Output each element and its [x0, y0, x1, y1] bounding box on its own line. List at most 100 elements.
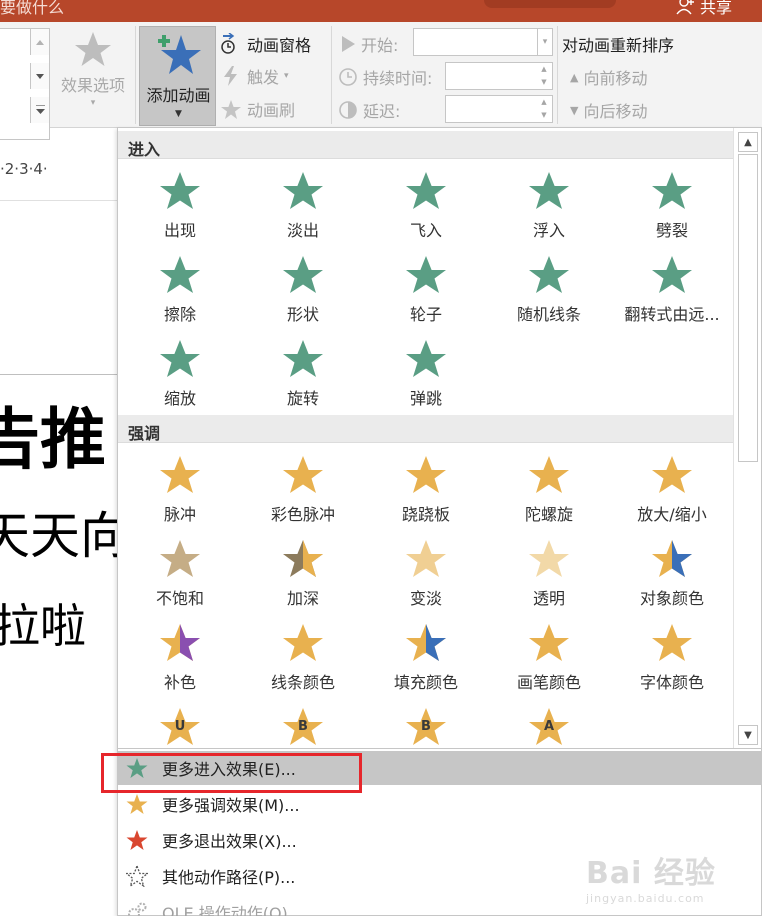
emphasis-effect-item[interactable]: 画笔颜色 [493, 622, 605, 702]
delay-field[interactable]: ▲ ▼ [445, 95, 553, 123]
effect-label: 脉冲 [163, 505, 196, 524]
play-icon [342, 36, 355, 52]
effect-label: 线条颜色 [270, 673, 335, 692]
gallery-scroll-down-button[interactable] [30, 63, 49, 89]
spin-down-icon[interactable]: ▼ [537, 76, 551, 88]
effect-label: 字体颜色 [639, 673, 704, 692]
effect-options-button[interactable]: 效果选项 ▾ [54, 30, 132, 108]
triangle-up-icon: ▲ [570, 70, 579, 84]
menu-item-label: OLE 操作动作(O) [162, 904, 288, 916]
highlight-annotation-box [101, 753, 362, 793]
duration-label-row: 持续时间: [338, 65, 432, 89]
watermark-logo: Bai 经验 [586, 856, 716, 891]
add-animation-button[interactable]: 添加动画 ▼ [139, 26, 216, 126]
move-earlier-button[interactable]: ▲ 向前移动 [570, 65, 647, 89]
chevron-down-icon: ▼ [175, 109, 182, 119]
entrance-effect-item[interactable]: 淡出 [247, 170, 359, 250]
chevron-up-icon [36, 39, 44, 45]
entrance-effect-item[interactable]: 出现 [124, 170, 236, 250]
emphasis-effect-item[interactable]: 放大/缩小 [616, 454, 728, 534]
delay-clock-icon [339, 101, 357, 119]
emphasis-effect-item[interactable]: 加深 [247, 538, 359, 618]
effect-label: 对象颜色 [639, 589, 704, 608]
triangle-down-icon: ▼ [570, 103, 579, 117]
effect-glyph: A [543, 719, 555, 734]
emphasis-effect-item[interactable]: 不饱和 [124, 538, 236, 618]
effect-glyph: B [421, 719, 431, 734]
effect-label: 补色 [163, 673, 196, 692]
emphasis-effect-item[interactable]: 陀螺旋 [493, 454, 605, 534]
effect-glyph: B [298, 719, 308, 734]
animation-pane-icon [221, 33, 235, 54]
emphasis-effect-item[interactable]: 彩色脉冲 [247, 454, 359, 534]
slide-body-line[interactable]: 拉啦 [0, 590, 86, 656]
entrance-effect-item[interactable]: 形状 [247, 254, 359, 334]
animation-pane-button[interactable]: 动画窗格 [220, 32, 311, 56]
trigger-button[interactable]: 触发 ▾ [220, 64, 289, 88]
effect-label: 轮子 [409, 305, 442, 324]
emphasis-effect-item[interactable]: 透明 [493, 538, 605, 618]
person-add-icon [676, 0, 694, 15]
move-later-button[interactable]: ▼ 向后移动 [570, 98, 647, 122]
ruler: ·2·3·4· [0, 160, 118, 182]
emphasis-effect-item[interactable]: 对象颜色 [616, 538, 728, 618]
menu-item-label: 更多退出效果(X)... [162, 832, 297, 851]
menu-item-label: 更多强调效果(M)... [162, 796, 300, 815]
scroll-thumb[interactable] [738, 154, 758, 462]
share-button[interactable]: 共享 [676, 0, 732, 18]
entrance-effect-item[interactable]: 轮子 [370, 254, 482, 334]
duration-field[interactable]: ▲ ▼ [445, 62, 553, 90]
entrance-effect-item[interactable]: 翻转式由远... [616, 254, 728, 334]
gallery-scroll-up-button[interactable] [30, 29, 49, 55]
effect-label: 陀螺旋 [524, 505, 573, 524]
effect-glyph: U [174, 719, 186, 734]
delay-label: 延迟: [363, 102, 401, 121]
animation-painter-button[interactable]: 动画刷 [220, 97, 295, 121]
effect-label: 放大/缩小 [637, 505, 707, 524]
effect-label: 缩放 [163, 389, 196, 408]
animations-ribbon: 效果选项 ▾ 添加动画 ▼ 动画窗格 触发 ▾ 动画刷 开始: ▾ 持续时间: … [0, 22, 762, 140]
add-animation-label: 添加动画 [146, 86, 211, 105]
entrance-effect-item[interactable]: 缩放 [124, 338, 236, 418]
spin-up-icon[interactable]: ▲ [537, 96, 551, 108]
effect-label: 出现 [163, 221, 196, 240]
trigger-label: 触发 [247, 68, 280, 87]
gallery-more-button[interactable] [30, 97, 49, 123]
emphasis-effect-item[interactable]: 补色 [124, 622, 236, 702]
scroll-down-button[interactable]: ▼ [738, 725, 758, 745]
tell-me-box[interactable]: 要做什么 [0, 0, 64, 18]
reorder-title: 对动画重新排序 [562, 32, 674, 56]
chevron-down-icon [36, 73, 44, 79]
slide-title-text[interactable]: 告推 [0, 386, 106, 482]
entrance-effect-item[interactable]: 飞入 [370, 170, 482, 250]
emphasis-effect-item[interactable]: 字体颜色 [616, 622, 728, 702]
start-label-row: 开始: [340, 32, 398, 56]
spin-down-icon[interactable]: ▼ [537, 109, 551, 121]
emphasis-effect-item[interactable]: 线条颜色 [247, 622, 359, 702]
entrance-effect-item[interactable]: 浮入 [493, 170, 605, 250]
emphasis-effect-item[interactable]: 跷跷板 [370, 454, 482, 534]
effect-label: 变淡 [409, 589, 442, 608]
entrance-effect-item[interactable]: 擦除 [124, 254, 236, 334]
watermark-url: jingyan.baidu.com [586, 892, 705, 905]
gallery-scrollbar[interactable]: ▲ ▼ [733, 128, 761, 749]
account-pill[interactable] [484, 0, 616, 8]
emphasis-effect-item[interactable]: 填充颜色 [370, 622, 482, 702]
clock-icon [339, 68, 357, 86]
emphasis-effect-item[interactable]: 脉冲 [124, 454, 236, 534]
start-select[interactable]: ▾ [413, 28, 553, 56]
slide-body-line[interactable]: 天天向 [0, 496, 130, 568]
spin-up-icon[interactable]: ▲ [537, 63, 551, 75]
entrance-effect-item[interactable]: 旋转 [247, 338, 359, 418]
entrance-effect-item[interactable]: 弹跳 [370, 338, 482, 418]
animation-painter-icon [221, 100, 241, 119]
effect-label: 擦除 [163, 305, 196, 324]
animation-gallery-box[interactable] [0, 28, 50, 140]
delay-label-row: 延迟: [338, 98, 400, 122]
add-animation-dropdown: 进入 强调 出现 淡出 飞入 浮入 劈裂 擦除 形状 轮子 随机线条 翻转式由远... 缩放 旋转 弹跳… [117, 127, 762, 916]
entrance-effect-item[interactable]: 随机线条 [493, 254, 605, 334]
scroll-up-button[interactable]: ▲ [738, 132, 758, 152]
emphasis-effect-item[interactable]: 变淡 [370, 538, 482, 618]
gears-icon [120, 895, 154, 916]
entrance-effect-item[interactable]: 劈裂 [616, 170, 728, 250]
